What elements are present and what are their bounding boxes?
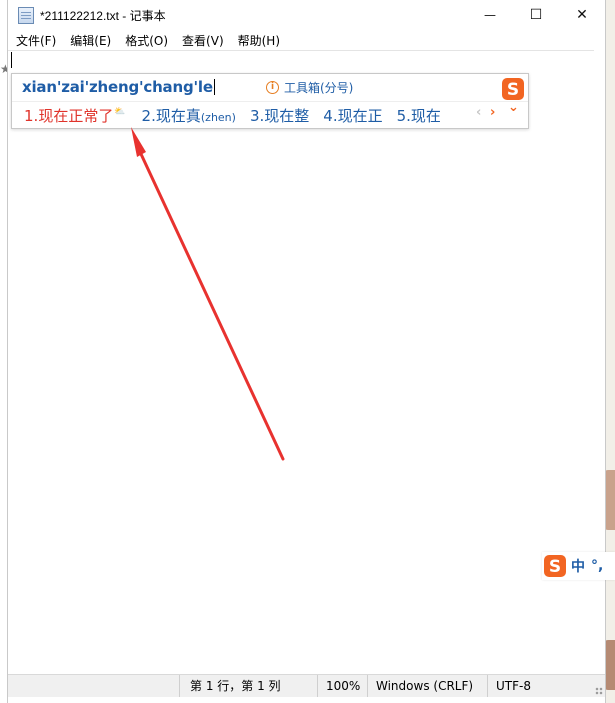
close-button[interactable]: ✕	[559, 0, 605, 30]
candidate-text: 现在	[410, 107, 441, 125]
menu-help[interactable]: 帮助(H)	[231, 32, 287, 49]
chevron-right-icon: ›	[490, 105, 496, 120]
vertical-scrollbar[interactable]	[594, 50, 605, 674]
menu-edit[interactable]: 编辑(E)	[63, 32, 118, 49]
ime-candidate-1[interactable]: 1.现在正常了⛅	[24, 105, 126, 126]
zoom-level: 100%	[317, 675, 368, 697]
chevron-left-icon: ‹	[476, 105, 482, 120]
ime-divider	[12, 101, 528, 102]
ime-candidate-window: xian'zai'zheng'chang'le i 工具箱(分号) S 1.现在…	[11, 73, 529, 129]
resize-grip[interactable]	[595, 687, 603, 695]
ime-candidate-4[interactable]: 4.现在正	[323, 105, 382, 126]
ime-next-page-button[interactable]: ›	[490, 105, 495, 120]
close-icon: ✕	[576, 7, 588, 23]
info-icon: i	[266, 81, 279, 94]
menu-view[interactable]: 查看(V)	[175, 32, 231, 49]
ime-status-bar[interactable]: S 中 °,	[542, 552, 615, 580]
sogou-logo-icon: S	[502, 78, 524, 100]
ime-cursor	[213, 79, 215, 95]
text-editor[interactable]	[8, 50, 594, 675]
svg-text:S: S	[549, 557, 561, 577]
ime-candidate-3[interactable]: 3.现在整	[250, 105, 309, 126]
ime-candidate-5[interactable]: 5.现在	[397, 105, 441, 126]
minimize-button[interactable]: —	[467, 0, 513, 30]
cursor-position: 第 1 行，第 1 列	[179, 675, 318, 697]
candidate-index: 4.	[323, 107, 338, 125]
candidate-text: 现在正	[337, 107, 383, 125]
notepad-icon	[18, 6, 34, 24]
candidate-index: 5.	[396, 107, 411, 125]
candidate-hint: (zhen)	[200, 111, 236, 124]
chevron-down-icon: ⌄	[508, 100, 519, 115]
text-caret	[11, 52, 12, 68]
ime-punct-toggle[interactable]: °,	[591, 558, 603, 574]
maximize-icon: ☐	[529, 7, 543, 23]
maximize-button[interactable]: ☐	[513, 0, 559, 30]
window-title: *211122212.txt - 记事本	[40, 8, 166, 23]
svg-text:S: S	[507, 80, 519, 100]
candidate-index: 2.	[141, 107, 156, 125]
status-bar: 第 1 行，第 1 列 100% Windows (CRLF) UTF-8	[8, 674, 605, 697]
line-ending: Windows (CRLF)	[367, 675, 486, 697]
ime-mode-toggle[interactable]: 中	[571, 556, 585, 576]
ime-pinyin-text: xian'zai'zheng'chang'le	[22, 78, 213, 96]
menu-file[interactable]: 文件(F)	[8, 32, 63, 49]
ime-prev-page-button[interactable]: ‹	[476, 105, 481, 120]
encoding: UTF-8	[487, 675, 596, 697]
cloud-icon: ⛅	[114, 107, 126, 117]
minimize-icon: —	[484, 8, 496, 22]
menu-format[interactable]: 格式(O)	[118, 32, 175, 49]
candidate-text: 现在整	[264, 107, 310, 125]
menu-bar: 文件(F) 编辑(E) 格式(O) 查看(V) 帮助(H)	[8, 30, 605, 50]
ime-toolbox-label: 工具箱(分号)	[284, 81, 354, 95]
candidate-index: 1.	[24, 107, 39, 125]
ime-pinyin-input: xian'zai'zheng'chang'le	[22, 78, 215, 96]
candidate-text: 现在正常了	[38, 107, 114, 125]
candidate-index: 3.	[249, 107, 265, 125]
ime-candidate-2[interactable]: 2.现在真(zhen)	[142, 105, 236, 126]
ime-expand-button[interactable]: ⌄	[508, 100, 519, 115]
candidate-text: 现在真	[155, 107, 201, 125]
ime-candidate-list: 1.现在正常了⛅ 2.现在真(zhen) 3.现在整 4.现在正 5.现在	[24, 105, 455, 126]
sogou-logo-icon: S	[544, 555, 566, 577]
ime-toolbox-button[interactable]: i 工具箱(分号)	[266, 79, 353, 96]
title-bar[interactable]: *211122212.txt - 记事本 — ☐ ✕	[8, 0, 605, 30]
